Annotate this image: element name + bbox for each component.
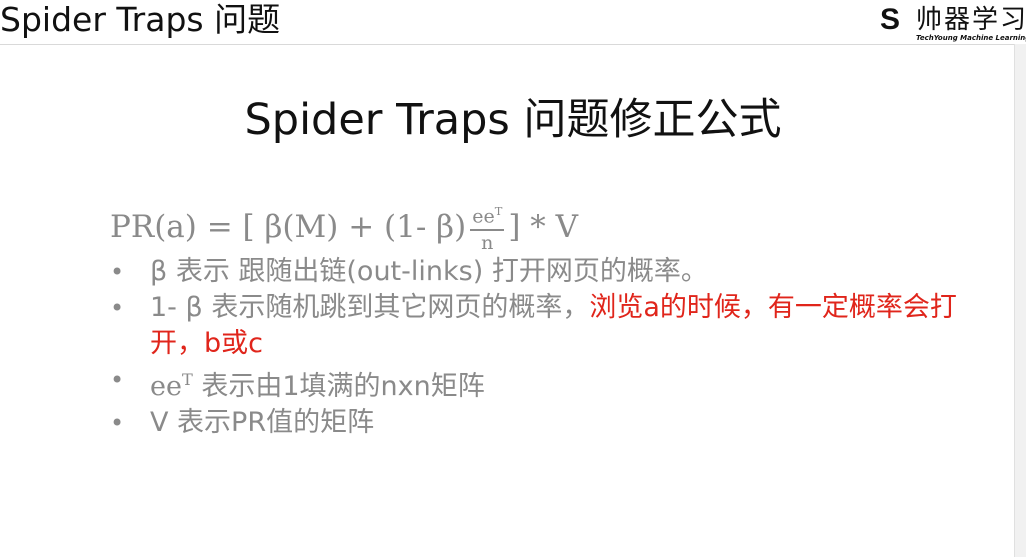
brand-name: 帅器学习 [916, 5, 1026, 35]
slide-heading: Spider Traps 问题修正公式 [244, 95, 782, 145]
pagerank-formula: PR(a) = [ β(M) + (1- β) eeT n ] * V [110, 197, 578, 257]
header-title: Spider Traps 问题 [0, 0, 281, 39]
math-prefix-superscript: T [181, 370, 193, 389]
header-bar: Spider Traps 问题 S 帅器学习 TechYoung Machine… [0, 0, 1026, 45]
bullet-list: • β 表示 跟随出链(out-links) 打开网页的概率。 • 1- β 表… [110, 254, 990, 441]
bullet-text: 表示由1填满的nxn矩阵 [192, 371, 485, 402]
formula-left: PR(a) = [ β(M) + (1- β) [110, 209, 467, 245]
fraction-denominator: n [481, 231, 494, 254]
bullet-text: V 表示PR值的矩阵 [150, 407, 375, 438]
bullet-item: • eeT 表示由1填满的nxn矩阵 [110, 362, 990, 405]
bullet-marker: • [110, 294, 125, 322]
fraction-numerator: eeT [470, 199, 505, 231]
formula-fraction: eeT n [470, 199, 505, 254]
bullet-marker: • [110, 366, 125, 394]
brand-subtitle: TechYoung Machine Learning [916, 34, 1026, 42]
math-prefix-text: ee [150, 371, 182, 402]
bullet-item: • 1- β 表示随机跳到其它网页的概率，浏览a的时候，有一定概率会打开，b或c [110, 290, 990, 362]
brand-logo-icon: S [880, 4, 901, 36]
bullet-item: • β 表示 跟随出链(out-links) 打开网页的概率。 [110, 254, 990, 290]
bullet-text: 1- β 表示随机跳到其它网页的概率， [150, 292, 590, 323]
bullet-marker: • [110, 258, 125, 286]
bullet-marker: • [110, 409, 125, 437]
bullet-math-prefix: eeT [150, 370, 193, 402]
brand-logo-block: S 帅器学习 TechYoung Machine Learning [880, 4, 1026, 44]
bullet-item: • V 表示PR值的矩阵 [110, 405, 990, 441]
bullet-text: β 表示 跟随出链(out-links) 打开网页的概率。 [150, 256, 708, 287]
numerator-text: ee [472, 205, 495, 228]
numerator-superscript: T [494, 204, 503, 219]
formula-right: ] * V [508, 209, 579, 245]
